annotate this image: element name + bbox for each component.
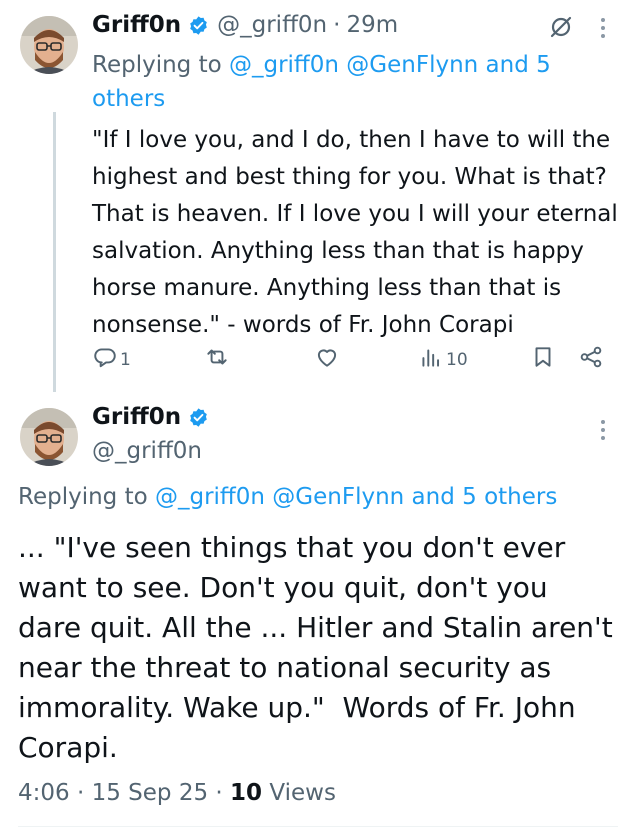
tweet-actions: 1 10 [92, 344, 612, 376]
more-icon[interactable] [600, 18, 606, 42]
author-name[interactable]: Griff0n [92, 12, 181, 38]
avatar[interactable] [20, 16, 78, 74]
verified-badge-icon [188, 15, 209, 36]
reply-button[interactable]: 1 [92, 344, 131, 375]
like-icon [314, 344, 340, 375]
separator-dot: · [76, 780, 85, 806]
tweet-time[interactable]: 29m [346, 12, 398, 38]
author-handle[interactable]: @_griff0n [92, 438, 202, 464]
reply-count: 1 [120, 349, 131, 370]
tweet-header: Griff0n @_griff0n · 29m [92, 12, 398, 38]
replying-prefix: Replying to [18, 484, 155, 510]
views-count: 10 [446, 349, 468, 370]
separator-dot: · [215, 780, 223, 806]
share-icon [578, 344, 604, 375]
replying-prefix: Replying to [92, 52, 229, 78]
more-icon[interactable] [600, 420, 606, 444]
like-button[interactable] [314, 344, 340, 375]
grok-icon[interactable] [548, 14, 574, 40]
replying-to: Replying to @_griff0n @GenFlynn and 5 ot… [92, 48, 612, 116]
author-handle[interactable]: @_griff0n [217, 12, 327, 38]
tweet-time[interactable]: 4:06 [18, 780, 70, 806]
thread-connector-line [53, 112, 56, 392]
bookmark-button[interactable] [530, 344, 556, 375]
divider [18, 826, 618, 827]
bookmark-icon [530, 344, 556, 375]
tweet-date[interactable]: 15 Sep 25 [92, 780, 209, 806]
tweet-header: Griff0n [92, 404, 209, 430]
views-label: Views [269, 780, 336, 806]
replying-to: Replying to @_griff0n @GenFlynn and 5 ot… [18, 480, 618, 514]
replying-mentions[interactable]: @_griff0n @GenFlynn and 5 others [155, 484, 557, 510]
views-button[interactable]: 10 [418, 344, 468, 375]
tweet-meta: 4:06 · 15 Sep 25 · 10 Views [18, 780, 336, 806]
share-button[interactable] [578, 344, 604, 375]
tweet-text: ... "I've seen things that you don't eve… [18, 531, 622, 764]
views-count: 10 [230, 780, 263, 806]
retweet-button[interactable] [204, 344, 230, 375]
views-icon [418, 344, 444, 375]
author-name[interactable]: Griff0n [92, 404, 181, 430]
retweet-icon [204, 344, 230, 375]
tweet-text: "If I love you, and I do, then I have to… [92, 127, 626, 338]
avatar[interactable] [20, 408, 78, 466]
reply-icon [92, 344, 118, 375]
verified-badge-icon [188, 407, 209, 428]
separator-dot: · [333, 12, 341, 38]
